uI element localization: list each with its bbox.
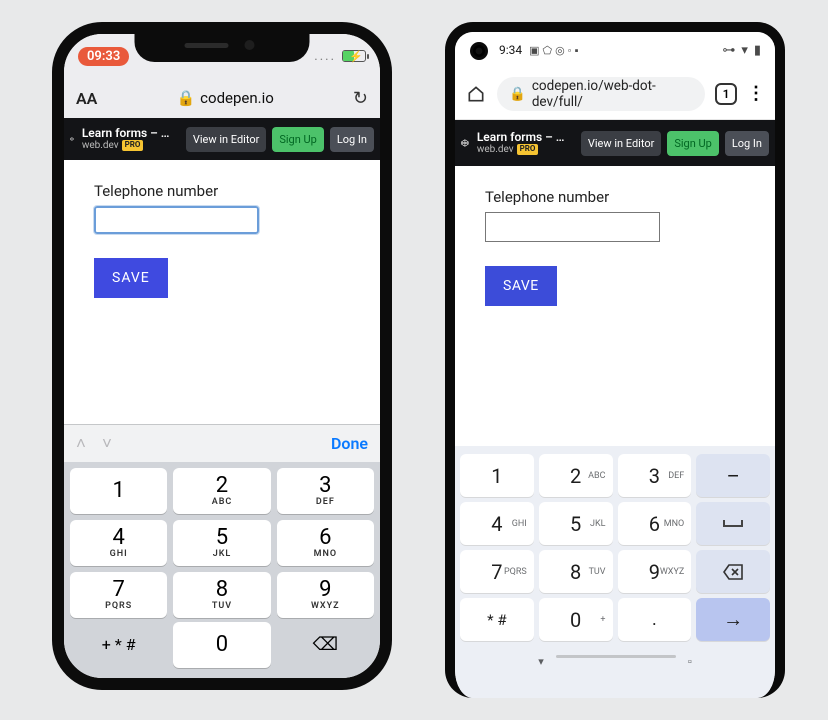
pen-title: Learn forms – virt... [477, 131, 569, 144]
key-delete[interactable]: ⌫ [277, 622, 374, 668]
gesture-nav-bar: ▾ ▫ [460, 655, 770, 668]
android-url-bar: 🔒 codepen.io/web-dot-dev/full/ 1 ⋮ [455, 68, 775, 120]
key-0[interactable]: 0 [173, 622, 270, 668]
key-symbols[interactable]: * # [460, 598, 534, 641]
key-2[interactable]: 2ABC [173, 468, 270, 514]
omnibox[interactable]: 🔒 codepen.io/web-dot-dev/full/ [497, 77, 705, 111]
status-icon: ⊶ [722, 43, 735, 58]
pen-title: Learn forms – virt... [82, 127, 174, 140]
key-9[interactable]: 9WXYZ [618, 550, 692, 593]
keyboard-done-button[interactable]: Done [331, 434, 368, 453]
login-button[interactable]: Log In [725, 131, 769, 156]
save-button[interactable]: SAVE [485, 266, 557, 306]
status-icon: ▪ [575, 44, 579, 57]
signup-button[interactable]: Sign Up [667, 131, 719, 156]
status-icon: ◎ [555, 44, 565, 57]
ios-side-button [59, 144, 63, 170]
key-3[interactable]: 3DEF [618, 454, 692, 497]
key-symbols[interactable]: + * # [70, 622, 167, 668]
android-volume-button [775, 177, 779, 247]
iphone-notch [135, 34, 310, 62]
next-field-icon[interactable]: ˅ [102, 434, 112, 454]
ios-volume-down [59, 247, 63, 289]
key-5[interactable]: 5JKL [173, 520, 270, 566]
page-content: Telephone number SAVE [455, 166, 775, 446]
telephone-label: Telephone number [485, 188, 745, 206]
key-4[interactable]: 4GHI [70, 520, 167, 566]
telephone-input[interactable] [94, 206, 259, 234]
battery-icon: ⚡ [342, 50, 366, 62]
ios-url-bar[interactable]: AA 🔒 codepen.io ↻ [64, 78, 380, 118]
android-power-button [775, 267, 779, 303]
key-.[interactable]: . [618, 598, 692, 641]
telephone-input[interactable] [485, 212, 660, 242]
iphone-device: 09:33 .... ⚡ AA 🔒 codepen.io ↻ Learn for… [52, 22, 392, 690]
login-button[interactable]: Log In [330, 127, 374, 152]
key-9[interactable]: 9WXYZ [277, 572, 374, 618]
android-numeric-keyboard: 12ABC3DEF– 4GHI5JKL6MNO 7PQRS8TUV9WXYZ * #0… [455, 446, 775, 698]
pro-badge: PRO [517, 144, 539, 155]
signup-button[interactable]: Sign Up [272, 127, 324, 152]
key-6[interactable]: 6MNO [618, 502, 692, 545]
key-1[interactable]: 1 [70, 468, 167, 514]
key-delete[interactable] [696, 550, 770, 593]
codepen-toolbar: Learn forms – virt... web.dev PRO View i… [64, 118, 380, 160]
ios-volume-up [59, 194, 63, 236]
tab-count-button[interactable]: 1 [715, 83, 737, 105]
pro-badge: PRO [122, 140, 144, 151]
key-7[interactable]: 7PQRS [460, 550, 534, 593]
status-icon: ⬠ [543, 44, 553, 57]
key-1[interactable]: 1 [460, 454, 534, 497]
nav-chevron-left-icon: ▾ [538, 655, 544, 668]
key-8[interactable]: 8TUV [173, 572, 270, 618]
url-display[interactable]: 🔒 codepen.io [176, 89, 273, 107]
key-0[interactable]: 0+ [539, 598, 613, 641]
key-4[interactable]: 4GHI [460, 502, 534, 545]
reload-icon[interactable]: ↻ [353, 88, 368, 109]
ios-power-button [381, 209, 385, 269]
status-icon: ▾ [741, 43, 748, 58]
home-icon[interactable] [465, 83, 487, 105]
android-camera-hole [470, 42, 488, 60]
telephone-label: Telephone number [94, 182, 350, 200]
key-8[interactable]: 8TUV [539, 550, 613, 593]
key-–[interactable]: – [696, 454, 770, 497]
key-6[interactable]: 6MNO [277, 520, 374, 566]
view-editor-button[interactable]: View in Editor [581, 131, 662, 156]
key-5[interactable]: 5JKL [539, 502, 613, 545]
keyboard-accessory-bar: ˄ ˅ Done [64, 424, 380, 462]
key-enter[interactable]: → [696, 598, 770, 641]
ios-numeric-keyboard: 12ABC3DEF 4GHI5JKL6MNO 7PQRS8TUV9WXYZ + * … [64, 462, 380, 678]
status-icon: ▮ [754, 43, 761, 58]
key-space[interactable] [696, 502, 770, 545]
codepen-toolbar: Learn forms – virt... web.dev PRO View i… [455, 120, 775, 166]
reader-mode-button[interactable]: AA [76, 89, 97, 108]
key-7[interactable]: 7PQRS [70, 572, 167, 618]
status-icon: ▣ [529, 44, 539, 57]
android-status-bar: 9:34 ▣ ⬠ ◎ ◦ ▪ ⊶ ▾ ▮ [455, 32, 775, 68]
codepen-logo-icon [461, 133, 469, 153]
nav-chevron-right-icon: ▫ [688, 655, 692, 668]
lock-icon: 🔒 [176, 89, 195, 107]
nav-pill[interactable] [556, 655, 676, 658]
ios-cell-signal: .... [314, 49, 336, 64]
status-icon: ◦ [568, 44, 572, 57]
key-2[interactable]: 2ABC [539, 454, 613, 497]
view-editor-button[interactable]: View in Editor [186, 127, 267, 152]
page-content: Telephone number SAVE [64, 160, 380, 424]
overflow-menu-icon[interactable]: ⋮ [747, 83, 765, 104]
android-device: 9:34 ▣ ⬠ ◎ ◦ ▪ ⊶ ▾ ▮ 🔒 codepen.io/web-do… [445, 22, 785, 698]
key-3[interactable]: 3DEF [277, 468, 374, 514]
pen-author: web.dev [82, 140, 119, 151]
pen-author: web.dev [477, 144, 514, 155]
save-button[interactable]: SAVE [94, 258, 168, 298]
url-text: codepen.io/web-dot-dev/full/ [532, 78, 693, 110]
lock-icon: 🔒 [509, 86, 526, 102]
android-time: 9:34 [499, 43, 522, 57]
prev-field-icon[interactable]: ˄ [76, 434, 86, 454]
ios-time-badge: 09:33 [78, 47, 129, 66]
codepen-logo-icon [70, 129, 74, 149]
